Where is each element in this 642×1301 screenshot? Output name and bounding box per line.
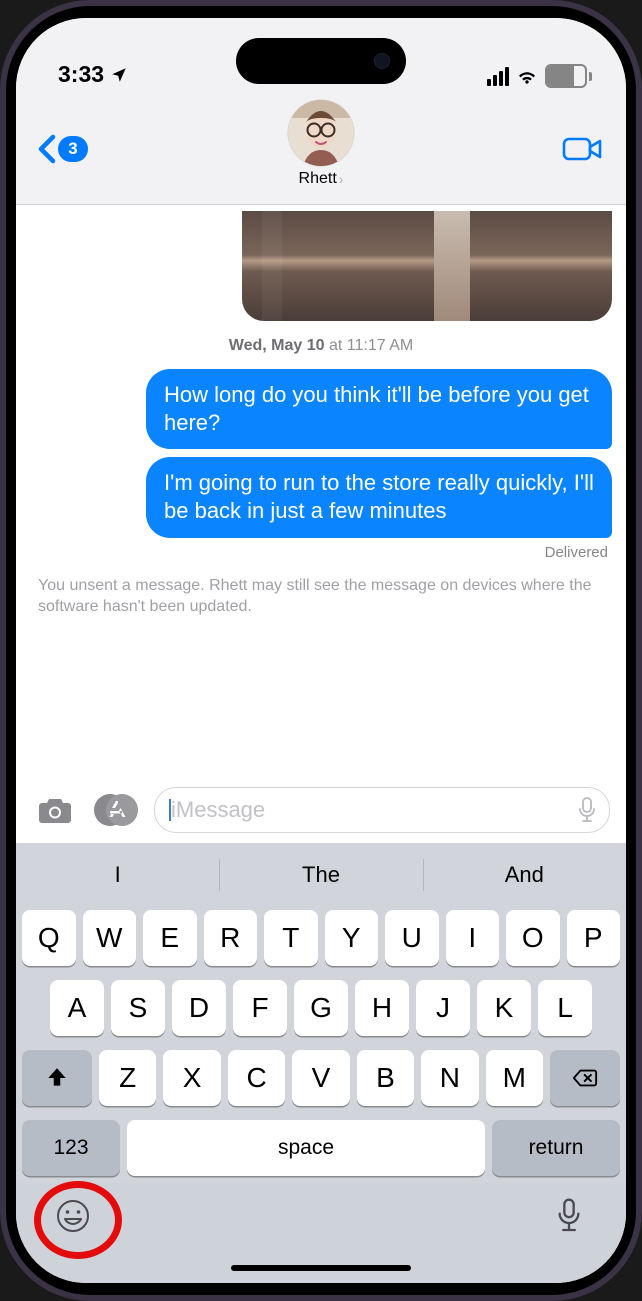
space-key[interactable]: space (127, 1120, 485, 1176)
app-store-button[interactable] (90, 790, 142, 830)
key-c[interactable]: C (228, 1050, 285, 1106)
timestamp: Wed, May 10 at 11:17 AM (16, 337, 626, 355)
back-button[interactable]: 3 (38, 134, 88, 164)
backspace-key[interactable] (550, 1050, 620, 1106)
dictate-icon[interactable] (577, 796, 597, 824)
key-z[interactable]: Z (99, 1050, 156, 1106)
key-w[interactable]: W (83, 910, 137, 966)
sent-message[interactable]: How long do you think it'll be before yo… (146, 369, 612, 449)
location-icon (110, 66, 128, 84)
key-t[interactable]: T (264, 910, 318, 966)
cellular-icon (487, 67, 509, 86)
key-x[interactable]: X (163, 1050, 220, 1106)
facetime-button[interactable] (562, 134, 604, 164)
numbers-key[interactable]: 123 (22, 1120, 120, 1176)
input-placeholder: iMessage (171, 797, 569, 823)
compose-bar: iMessage (16, 783, 626, 843)
keyboard-bottom-bar (16, 1183, 626, 1283)
iphone-frame: 3:33 70 (0, 0, 642, 1301)
return-key[interactable]: return (492, 1120, 620, 1176)
key-k[interactable]: K (477, 980, 531, 1036)
battery-icon: 70 (545, 64, 592, 88)
key-u[interactable]: U (385, 910, 439, 966)
contact-button[interactable]: Rhett › (288, 100, 354, 188)
key-j[interactable]: J (416, 980, 470, 1036)
unsent-notice: You unsent a message. Rhett may still se… (16, 569, 626, 632)
key-n[interactable]: N (421, 1050, 478, 1106)
key-i[interactable]: I (446, 910, 500, 966)
prediction-bar: I The And (16, 847, 626, 903)
conversation-header: 3 (16, 94, 626, 205)
dictation-key[interactable] (546, 1193, 592, 1239)
keyboard: I The And Q W E R T Y U I O P A (16, 843, 626, 1283)
key-f[interactable]: F (233, 980, 287, 1036)
home-indicator[interactable] (231, 1265, 411, 1271)
prediction[interactable]: I (16, 847, 219, 903)
key-r[interactable]: R (204, 910, 258, 966)
status-time: 3:33 (58, 61, 104, 88)
prediction[interactable]: And (423, 847, 626, 903)
key-h[interactable]: H (355, 980, 409, 1036)
key-b[interactable]: B (357, 1050, 414, 1106)
key-s[interactable]: S (111, 980, 165, 1036)
sent-message[interactable]: I'm going to run to the store really qui… (146, 457, 612, 537)
avatar (288, 100, 354, 166)
key-l[interactable]: L (538, 980, 592, 1036)
key-a[interactable]: A (50, 980, 104, 1036)
key-v[interactable]: V (292, 1050, 349, 1106)
sent-attachment[interactable] (242, 211, 612, 321)
key-e[interactable]: E (143, 910, 197, 966)
conversation-thread[interactable]: Wed, May 10 at 11:17 AM How long do you … (16, 205, 626, 783)
key-g[interactable]: G (294, 980, 348, 1036)
camera-button[interactable] (32, 790, 78, 830)
key-d[interactable]: D (172, 980, 226, 1036)
key-q[interactable]: Q (22, 910, 76, 966)
chevron-right-icon: › (339, 171, 344, 187)
dynamic-island (236, 38, 406, 84)
unread-badge: 3 (58, 136, 88, 162)
delivery-status: Delivered (545, 544, 608, 561)
wifi-icon (516, 67, 538, 85)
key-m[interactable]: M (486, 1050, 543, 1106)
emoji-key[interactable] (50, 1193, 96, 1239)
shift-key[interactable] (22, 1050, 92, 1106)
key-p[interactable]: P (567, 910, 621, 966)
contact-name: Rhett (299, 170, 337, 188)
prediction[interactable]: The (219, 847, 422, 903)
key-y[interactable]: Y (325, 910, 379, 966)
key-o[interactable]: O (506, 910, 560, 966)
message-input[interactable]: iMessage (154, 787, 610, 833)
